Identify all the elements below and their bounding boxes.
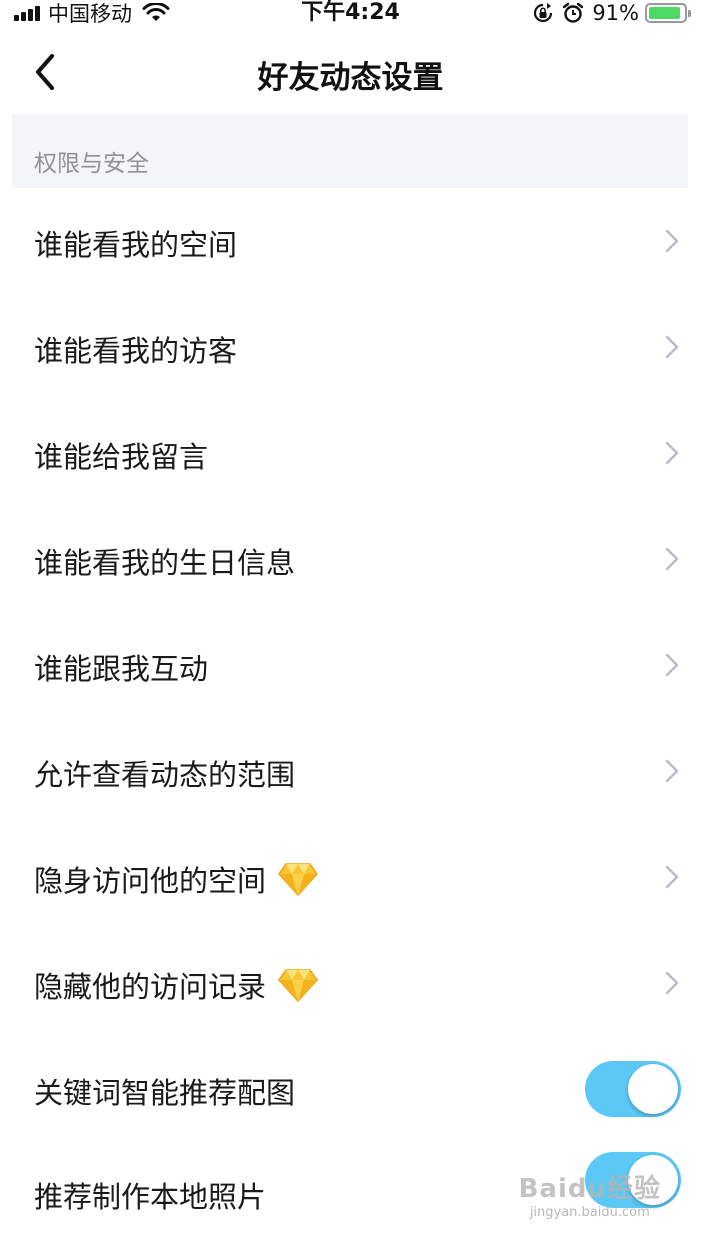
battery-percent: 91% (592, 1, 639, 25)
row-label: 允许查看动态的范围 (34, 758, 296, 792)
chevron-right-icon (665, 335, 679, 359)
list-item[interactable]: 谁能看我的生日信息 (0, 506, 701, 612)
alarm-icon (563, 2, 584, 23)
battery-icon (645, 3, 691, 23)
list-item[interactable]: 谁能看我的访客 (0, 294, 701, 400)
list-item[interactable]: 谁能跟我互动 (0, 612, 701, 718)
battery-level-fill (649, 7, 680, 19)
list-item: 关键词智能推荐配图 (0, 1036, 701, 1142)
row-label: 谁能看我的空间 (34, 228, 238, 262)
chevron-right-icon (665, 229, 679, 253)
chevron-right-icon (665, 441, 679, 465)
local-photo-toggle[interactable] (585, 1152, 681, 1208)
toggle-knob (628, 1155, 678, 1205)
row-label: 谁能看我的访客 (34, 334, 238, 368)
chevron-right-icon (665, 865, 679, 889)
list-item[interactable]: 隐身访问他的空间 (0, 824, 701, 930)
row-label: 推荐制作本地照片 (34, 1180, 267, 1214)
chevron-right-icon (665, 653, 679, 677)
row-label: 谁能看我的生日信息 (34, 546, 296, 580)
keyword-image-toggle[interactable] (585, 1061, 681, 1117)
section-header: 权限与安全 (12, 114, 688, 188)
chevron-right-icon (665, 971, 679, 995)
toggle-knob (628, 1064, 678, 1114)
list-item[interactable]: 谁能给我留言 (0, 400, 701, 506)
chevron-right-icon (665, 547, 679, 571)
row-label: 关键词智能推荐配图 (34, 1076, 296, 1110)
status-bar: 中国移动 下午4:24 91% (0, 0, 701, 28)
nav-bar: 好友动态设置 (0, 28, 701, 114)
settings-list: 谁能看我的空间 谁能看我的访客 谁能给我留言 谁能看我的生日信息 谁能跟我互动 … (0, 188, 701, 1248)
row-label: 隐藏他的访问记录 (34, 964, 318, 1006)
diamond-vip-icon (278, 863, 318, 896)
chevron-right-icon (665, 759, 679, 783)
row-label: 谁能跟我互动 (34, 652, 209, 686)
list-item: 推荐制作本地照片 (0, 1142, 701, 1248)
row-label: 谁能给我留言 (34, 440, 209, 474)
list-item[interactable]: 谁能看我的空间 (0, 188, 701, 294)
list-item[interactable]: 隐藏他的访问记录 (0, 930, 701, 1036)
diamond-vip-icon (278, 969, 318, 1002)
list-item[interactable]: 允许查看动态的范围 (0, 718, 701, 824)
section-title: 权限与安全 (34, 151, 149, 177)
rotation-lock-icon (534, 3, 553, 23)
row-label: 隐身访问他的空间 (34, 858, 318, 900)
page-title: 好友动态设置 (257, 60, 444, 96)
